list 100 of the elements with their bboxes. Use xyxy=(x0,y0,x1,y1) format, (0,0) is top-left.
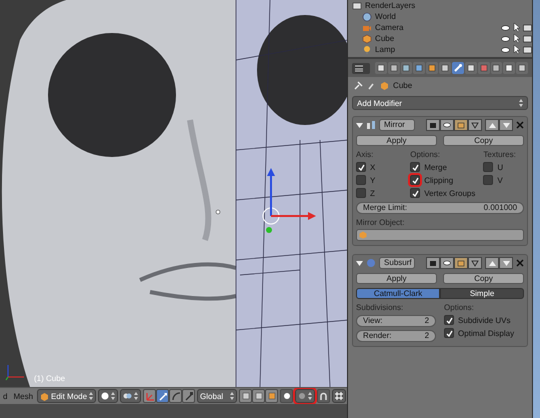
apply-button[interactable]: Apply xyxy=(356,273,438,284)
add-modifier-dropdown[interactable]: Add Modifier xyxy=(352,96,528,110)
constraints-tab[interactable] xyxy=(439,62,451,74)
render-levels-field[interactable]: Render: 2 xyxy=(356,330,436,342)
checkbox[interactable] xyxy=(483,162,494,172)
scale-manipulator-icon[interactable] xyxy=(182,389,196,403)
textures-label: Textures: xyxy=(483,150,517,159)
cube-icon xyxy=(380,81,390,90)
checkbox-label: Subdivide UVs xyxy=(458,316,511,324)
particles-tab[interactable] xyxy=(503,62,516,74)
mode-dropdown[interactable]: Edit Mode xyxy=(37,389,96,403)
menu-item[interactable]: Mesh xyxy=(11,392,36,400)
transform-manipulator-icon[interactable] xyxy=(262,168,316,233)
outliner-item[interactable]: Camera xyxy=(375,23,404,32)
mirror-object-field[interactable] xyxy=(356,229,524,241)
outliner-item[interactable]: RenderLayers xyxy=(365,1,416,10)
subdivision-type-tab[interactable]: Catmull-Clark xyxy=(356,288,440,299)
orientation-dropdown[interactable]: Global xyxy=(197,389,238,403)
editmode-toggle-icon[interactable] xyxy=(454,257,468,269)
shading-dropdown[interactable] xyxy=(98,389,118,403)
view-levels-field[interactable]: View: 2 xyxy=(356,315,436,327)
close-icon[interactable] xyxy=(516,259,524,267)
up-down-arrows-icon xyxy=(230,392,234,400)
rotate-manipulator-icon[interactable] xyxy=(169,389,182,403)
checkbox[interactable] xyxy=(356,162,366,172)
axis-label: Axis: xyxy=(356,150,374,159)
cage-toggle-icon[interactable] xyxy=(468,257,482,269)
merge-limit-field[interactable]: Merge Limit: 0.001000 xyxy=(356,202,524,214)
outliner-item[interactable]: Lamp xyxy=(375,45,396,54)
modifiers-tab[interactable] xyxy=(452,62,464,74)
mirror-modifier-icon xyxy=(366,120,376,130)
texture-tab[interactable] xyxy=(490,62,502,74)
breadcrumb-label: Cube xyxy=(393,81,412,90)
move-up-icon[interactable] xyxy=(485,119,500,131)
subdivisions-label: Subdivisions: xyxy=(356,303,404,312)
layers-tab[interactable] xyxy=(388,62,400,74)
data-tab[interactable] xyxy=(464,62,477,74)
close-icon[interactable] xyxy=(516,121,524,129)
occlude-icon[interactable] xyxy=(280,389,294,403)
copy-button[interactable]: Copy xyxy=(443,273,524,284)
world-tab[interactable] xyxy=(413,62,426,74)
cube-icon xyxy=(359,231,368,239)
apply-button[interactable]: Apply xyxy=(356,135,438,146)
pivot-dropdown[interactable] xyxy=(120,389,142,403)
editor-type-icon[interactable] xyxy=(352,62,370,74)
render-toggle-icon[interactable] xyxy=(426,119,440,131)
copy-button[interactable]: Copy xyxy=(443,135,524,146)
checkbox[interactable] xyxy=(356,175,366,185)
lamp-icon xyxy=(362,44,372,54)
modifier-name-field[interactable]: Mirror xyxy=(379,119,416,131)
cube-icon xyxy=(40,392,50,400)
outliner-item[interactable]: Cube xyxy=(375,34,394,43)
up-down-arrows-icon xyxy=(519,99,524,107)
translate-manipulator-icon[interactable] xyxy=(156,389,170,403)
render-toggle-icon[interactable] xyxy=(426,257,440,269)
checkbox[interactable] xyxy=(410,162,420,172)
toggle-manipulator-icon[interactable] xyxy=(143,389,156,403)
checkbox-label: Merge xyxy=(424,162,447,172)
up-down-arrows-icon xyxy=(89,392,94,400)
checkbox[interactable] xyxy=(483,175,494,185)
object-tab[interactable] xyxy=(426,62,438,74)
snap-element-dropdown[interactable] xyxy=(332,389,346,403)
checkbox-label: Optimal Display xyxy=(458,328,514,338)
face-select-icon[interactable] xyxy=(265,389,278,403)
checkbox-label: Z xyxy=(370,188,375,198)
checkbox[interactable] xyxy=(444,328,454,338)
sphere-icon xyxy=(366,258,376,268)
vertex-select-icon[interactable] xyxy=(239,389,252,403)
outliner-item[interactable]: World xyxy=(375,12,396,21)
checkbox[interactable] xyxy=(356,188,366,198)
editmode-toggle-icon[interactable] xyxy=(454,119,468,131)
cage-toggle-icon[interactable] xyxy=(468,119,482,131)
subdivision-type-tab[interactable]: Simple xyxy=(440,288,524,299)
magnet-icon[interactable] xyxy=(317,389,330,403)
modifier-name-field[interactable]: Subsurf xyxy=(379,257,416,269)
checkbox-label: V xyxy=(497,176,503,184)
collapse-arrow-icon[interactable] xyxy=(356,122,364,128)
eye-toggle-icon[interactable] xyxy=(440,257,454,269)
proportional-edit-dropdown[interactable] xyxy=(295,389,316,403)
move-up-icon[interactable] xyxy=(485,257,500,269)
checkbox[interactable] xyxy=(410,175,420,185)
move-down-icon[interactable] xyxy=(499,119,514,131)
physics-tab[interactable] xyxy=(516,62,528,74)
checkbox-label: X xyxy=(370,162,376,172)
collapse-arrow-icon[interactable] xyxy=(356,260,364,266)
object-label: (1) Cube xyxy=(34,374,66,383)
checkbox-label: Clipping xyxy=(424,176,454,184)
pivot-icon xyxy=(123,392,132,400)
eye-toggle-icon[interactable] xyxy=(440,119,454,131)
axis-gizmo-icon xyxy=(4,363,26,381)
edge-select-icon[interactable] xyxy=(252,389,266,403)
menu-item[interactable]: d xyxy=(1,392,10,400)
checkbox[interactable] xyxy=(410,188,420,198)
move-down-icon[interactable] xyxy=(499,257,514,269)
checkbox[interactable] xyxy=(444,315,454,325)
render-tab[interactable] xyxy=(374,62,387,74)
up-down-arrows-icon xyxy=(111,392,116,400)
options-label: Options: xyxy=(444,303,475,312)
scene-tab[interactable] xyxy=(400,62,412,74)
world-icon xyxy=(362,12,372,22)
